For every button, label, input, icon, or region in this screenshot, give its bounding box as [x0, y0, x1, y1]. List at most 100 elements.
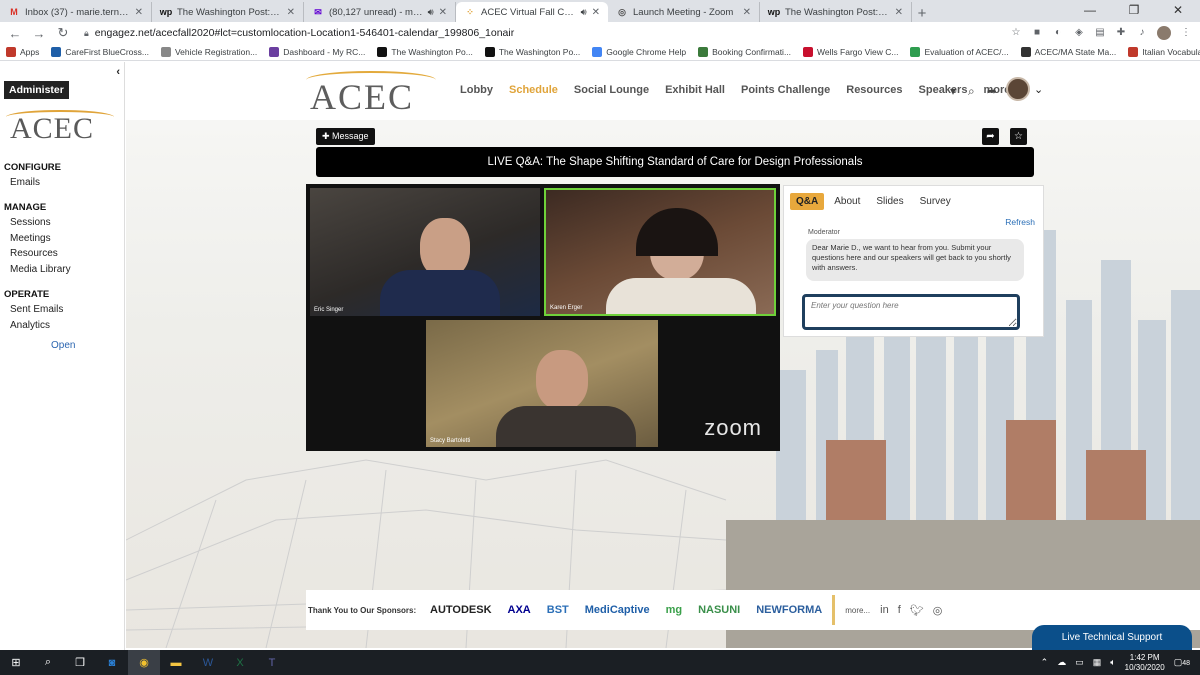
minimize-icon[interactable]: — [1068, 0, 1112, 22]
share-icon[interactable]: ➦ [987, 84, 997, 99]
nav-item-points-challenge[interactable]: Points Challenge [741, 84, 830, 96]
admin-item-sent-emails[interactable]: Sent Emails [10, 304, 63, 315]
close-tab-icon[interactable]: ✕ [135, 7, 143, 18]
battery-icon[interactable]: ▭ [1075, 657, 1084, 668]
extension-icon[interactable]: ◐ [1052, 27, 1064, 39]
new-tab-button[interactable]: + [912, 5, 932, 22]
admin-item-media-library[interactable]: Media Library [10, 264, 71, 275]
question-input[interactable] [802, 294, 1020, 330]
extension-icon[interactable]: ■ [1031, 27, 1043, 39]
bookmark-item[interactable]: The Washington Po... [377, 47, 473, 57]
sponsor-logo[interactable]: NASUNI [698, 604, 740, 616]
task-view-icon[interactable]: ❒ [64, 650, 96, 675]
volume-icon[interactable]: 🔈︎ [1110, 657, 1115, 668]
windows-start-icon[interactable]: ⊞ [0, 650, 32, 675]
browser-tab[interactable]: ⁘ ACEC Virtual Fall Conference 🔊︎ ✕ [456, 2, 608, 22]
qa-tab-qa[interactable]: Q&A [790, 193, 825, 210]
browser-tab[interactable]: M Inbox (37) - marie.ternieden@ha ✕ [0, 2, 152, 22]
admin-item-resources[interactable]: Resources [10, 248, 58, 259]
sponsor-logo[interactable]: NEWFORMA [756, 604, 822, 616]
onedrive-icon[interactable]: ☁ [1057, 657, 1066, 668]
bookmark-item[interactable]: Italian Vocabulary R... [1128, 47, 1200, 57]
bookmark-item[interactable]: Dashboard - My RC... [269, 47, 365, 57]
menu-icon[interactable]: ⋮ [1180, 27, 1192, 39]
close-window-icon[interactable]: ✕ [1156, 0, 1200, 22]
chrome-icon[interactable]: ◉ [128, 650, 160, 675]
user-menu[interactable]: ⌄ [1006, 77, 1043, 101]
bookmark-item[interactable]: CareFirst BlueCross... [51, 47, 149, 57]
bookmark-item[interactable]: ACEC/MA State Ma... [1020, 47, 1116, 57]
url-field[interactable]: 🔒︎ engagez.net/acecfall2020#lct=customlo… [80, 24, 1000, 42]
sponsors-more-link[interactable]: more... [845, 606, 870, 615]
bookmark-item[interactable]: Booking Confirmati... [698, 47, 791, 57]
admin-item-meetings[interactable]: Meetings [10, 233, 51, 244]
sponsor-logo[interactable]: AUTODESK [430, 604, 492, 616]
open-link[interactable]: Open [51, 340, 75, 351]
sponsor-logo[interactable]: AXA [508, 604, 531, 616]
extension-icon[interactable]: ▤ [1094, 27, 1106, 39]
media-icon[interactable]: ♪ [1136, 27, 1148, 39]
zoom-video-stream[interactable]: Eric Singer Karen Erger Stacy Bartoletti… [306, 184, 780, 451]
admin-item-emails[interactable]: Emails [10, 177, 40, 188]
sponsor-logo[interactable]: mg [666, 604, 683, 616]
collapse-chevron-icon[interactable]: ‹ [116, 66, 120, 78]
linkedin-icon[interactable]: in [880, 604, 889, 617]
close-tab-icon[interactable]: ✕ [895, 7, 903, 18]
profile-avatar[interactable] [1157, 26, 1171, 40]
restore-icon[interactable]: ❐ [1112, 0, 1156, 22]
site-logo[interactable]: ACEC [310, 76, 414, 118]
share-session-icon[interactable]: ➦ [982, 128, 999, 145]
puzzle-icon[interactable]: ✚ [1115, 27, 1127, 39]
forward-icon[interactable]: → [32, 26, 46, 41]
close-tab-icon[interactable]: ✕ [439, 7, 447, 18]
qa-tab-slides[interactable]: Slides [870, 193, 909, 210]
audio-icon[interactable]: 🔊︎ [581, 7, 587, 18]
facebook-icon[interactable]: f [898, 604, 901, 617]
audio-icon[interactable]: 🔊︎ [428, 7, 434, 18]
search-icon[interactable]: ⌕ [32, 650, 64, 675]
chevron-up-icon[interactable]: ⌃ [1041, 657, 1049, 668]
nav-item-lobby[interactable]: Lobby [460, 84, 493, 96]
twitter-icon[interactable]: 🐦︎ [910, 604, 924, 617]
teams-icon[interactable]: T [256, 650, 288, 675]
reload-icon[interactable]: ↻ [56, 25, 70, 41]
nav-item-social-lounge[interactable]: Social Lounge [574, 84, 649, 96]
admin-item-analytics[interactable]: Analytics [10, 320, 50, 331]
nav-item-exhibit-hall[interactable]: Exhibit Hall [665, 84, 725, 96]
browser-tab[interactable]: ✉ (80,127 unread) - mdternieden@ 🔊︎ ✕ [304, 2, 456, 22]
favorite-star-icon[interactable]: ☆ [1010, 128, 1027, 145]
bookmark-item[interactable]: Vehicle Registration... [160, 47, 257, 57]
search-icon[interactable]: ⌕ [968, 84, 975, 99]
bookmark-item[interactable]: Evaluation of ACEC/... [910, 47, 1009, 57]
bookmark-item[interactable]: Google Chrome Help [592, 47, 686, 57]
bookmark-star-icon[interactable]: ☆ [1010, 27, 1022, 39]
notifications-icon[interactable]: ▢48 [1174, 657, 1190, 668]
qa-tab-about[interactable]: About [828, 193, 866, 210]
network-icon[interactable]: ▦ [1093, 657, 1102, 668]
bookmark-item[interactable]: Wells Fargo View C... [803, 47, 898, 57]
refresh-link[interactable]: Refresh [1005, 217, 1035, 227]
bookmark-item[interactable]: Apps [6, 47, 39, 57]
close-tab-icon[interactable]: ✕ [287, 7, 295, 18]
browser-tab[interactable]: wp The Washington Post: Breaking N ✕ [152, 2, 304, 22]
close-tab-icon[interactable]: ✕ [592, 7, 600, 18]
extension-icon[interactable]: ◈ [1073, 27, 1085, 39]
bookmark-item[interactable]: The Washington Po... [484, 47, 580, 57]
qa-tab-survey[interactable]: Survey [914, 193, 957, 210]
message-button[interactable]: ✚ Message [316, 128, 375, 145]
back-icon[interactable]: ← [8, 26, 22, 41]
word-icon[interactable]: W [192, 650, 224, 675]
outlook-icon[interactable]: ◙ [96, 650, 128, 675]
live-support-button[interactable]: Live Technical Support [1032, 625, 1192, 650]
excel-icon[interactable]: X [224, 650, 256, 675]
nav-item-schedule[interactable]: Schedule [509, 84, 558, 96]
instagram-icon[interactable]: ◎ [933, 604, 943, 617]
clock[interactable]: 1:42 PM 10/30/2020 [1125, 653, 1165, 673]
nav-item-resources[interactable]: Resources [846, 84, 902, 96]
admin-item-sessions[interactable]: Sessions [10, 217, 51, 228]
sponsor-logo[interactable]: BST [547, 604, 569, 616]
sponsor-logo[interactable]: MediCaptive [585, 604, 650, 616]
browser-tab[interactable]: wp The Washington Post: Breaking N ✕ [760, 2, 912, 22]
more-chevron-icon[interactable]: ▾ [950, 84, 956, 99]
file-explorer-icon[interactable]: ▬ [160, 650, 192, 675]
